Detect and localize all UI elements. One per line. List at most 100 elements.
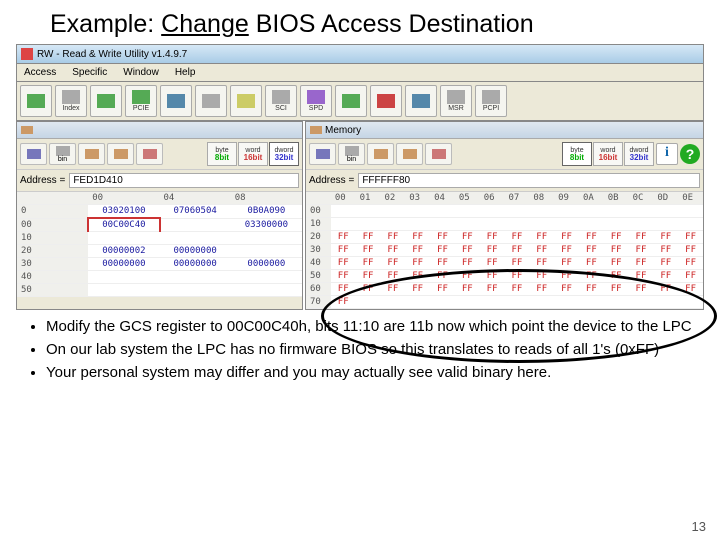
hex-cell[interactable]: FF [505, 283, 530, 296]
hex-cell[interactable]: FF [405, 283, 430, 296]
hex-cell[interactable]: FF [455, 270, 480, 283]
hex-cell[interactable]: FF [405, 270, 430, 283]
hex-cell[interactable] [604, 296, 629, 309]
hex-cell[interactable]: FF [653, 257, 678, 270]
hex-cell[interactable] [356, 296, 381, 309]
hex-cell[interactable]: FF [554, 283, 579, 296]
hex-cell[interactable]: FF [505, 257, 530, 270]
hex-cell[interactable] [88, 271, 159, 284]
hex-cell[interactable] [231, 245, 302, 258]
hex-cell[interactable] [678, 296, 703, 309]
hex-cell[interactable]: 00000000 [88, 258, 159, 271]
hex-cell[interactable] [480, 218, 505, 231]
hex-cell[interactable]: FF [356, 270, 381, 283]
bin-icon[interactable]: bin [338, 143, 365, 165]
hex-cell[interactable]: FF [405, 257, 430, 270]
hex-cell[interactable]: FF [430, 283, 455, 296]
hex-cell[interactable]: FF [678, 270, 703, 283]
hex-cell[interactable] [231, 232, 302, 245]
width-8bit[interactable]: byte8bit [207, 142, 237, 166]
hex-cell[interactable] [604, 218, 629, 231]
hex-cell[interactable]: FF [331, 244, 356, 257]
hex-cell[interactable]: FF [678, 257, 703, 270]
width-8bit[interactable]: byte8bit [562, 142, 592, 166]
toolbar-btn-sci[interactable]: SCI [265, 85, 297, 117]
hex-cell[interactable] [529, 218, 554, 231]
hex-cell[interactable] [160, 232, 231, 245]
hex-cell[interactable]: FF [629, 231, 654, 244]
hex-cell[interactable]: FF [405, 231, 430, 244]
hex-cell[interactable] [629, 296, 654, 309]
hex-cell[interactable]: FF [380, 257, 405, 270]
width-32bit[interactable]: dword32bit [269, 142, 299, 166]
hex-cell[interactable] [505, 218, 530, 231]
hex-cell[interactable] [505, 296, 530, 309]
hex-cell[interactable] [231, 284, 302, 297]
hex-cell[interactable]: FF [331, 257, 356, 270]
hex-cell[interactable]: FF [356, 257, 381, 270]
hex-cell[interactable] [160, 271, 231, 284]
hex-cell[interactable] [604, 205, 629, 218]
hex-cell[interactable]: FF [331, 283, 356, 296]
tool-icon[interactable] [107, 143, 134, 165]
hex-cell[interactable]: FF [505, 244, 530, 257]
hex-cell[interactable] [331, 205, 356, 218]
hex-cell[interactable] [529, 205, 554, 218]
hex-cell[interactable]: FF [554, 270, 579, 283]
hex-cell[interactable]: FF [356, 244, 381, 257]
hex-cell[interactable]: FF [529, 244, 554, 257]
hex-cell[interactable]: FF [331, 296, 356, 309]
hex-cell[interactable]: FF [653, 270, 678, 283]
hex-cell[interactable]: FF [579, 270, 604, 283]
hex-cell[interactable]: FF [554, 231, 579, 244]
hex-cell[interactable]: 00000002 [88, 245, 159, 258]
hex-cell[interactable] [629, 205, 654, 218]
hex-cell[interactable]: 00C00C40 [88, 218, 159, 232]
hex-cell[interactable] [455, 296, 480, 309]
hex-cell[interactable]: FF [653, 283, 678, 296]
hex-cell[interactable]: FF [678, 231, 703, 244]
hex-cell[interactable]: FF [380, 231, 405, 244]
hex-cell[interactable] [480, 296, 505, 309]
hex-cell[interactable]: FF [480, 257, 505, 270]
hex-cell[interactable] [653, 205, 678, 218]
info-icon[interactable]: i [656, 143, 678, 165]
hex-cell[interactable]: FF [629, 257, 654, 270]
hex-cell[interactable]: FF [430, 231, 455, 244]
toolbar-btn-index[interactable]: Index [55, 85, 87, 117]
hex-cell[interactable]: 00000000 [160, 258, 231, 271]
menu-window[interactable]: Window [120, 66, 162, 79]
hex-cell[interactable] [678, 205, 703, 218]
address-input[interactable] [69, 173, 299, 188]
hex-cell[interactable] [88, 284, 159, 297]
hex-cell[interactable] [455, 218, 480, 231]
hex-cell[interactable]: FF [653, 231, 678, 244]
toolbar-btn[interactable] [20, 85, 52, 117]
hex-cell[interactable] [405, 205, 430, 218]
hex-cell[interactable]: 00000000 [160, 245, 231, 258]
hex-cell[interactable]: FF [529, 257, 554, 270]
hex-cell[interactable]: FF [455, 231, 480, 244]
hex-cell[interactable] [629, 218, 654, 231]
hex-cell[interactable] [678, 218, 703, 231]
hex-cell[interactable]: FF [380, 283, 405, 296]
hex-cell[interactable]: FF [604, 270, 629, 283]
hex-cell[interactable]: FF [579, 257, 604, 270]
menu-specific[interactable]: Specific [69, 66, 110, 79]
hex-cell[interactable] [554, 296, 579, 309]
hex-cell[interactable]: FF [480, 231, 505, 244]
hex-cell[interactable]: FF [629, 283, 654, 296]
toolbar-btn[interactable] [230, 85, 262, 117]
toolbar-btn-pcie[interactable]: PCIE [125, 85, 157, 117]
hex-cell[interactable]: FF [430, 270, 455, 283]
refresh-icon[interactable] [136, 143, 163, 165]
hex-cell[interactable] [405, 296, 430, 309]
hex-cell[interactable] [480, 205, 505, 218]
hex-cell[interactable]: FF [380, 270, 405, 283]
hex-cell[interactable]: FF [505, 231, 530, 244]
hex-cell[interactable]: FF [430, 244, 455, 257]
hex-cell[interactable]: FF [629, 270, 654, 283]
hex-cell[interactable]: FF [480, 244, 505, 257]
hex-cell[interactable]: FF [331, 270, 356, 283]
toolbar-btn-spd[interactable]: SPD [300, 85, 332, 117]
